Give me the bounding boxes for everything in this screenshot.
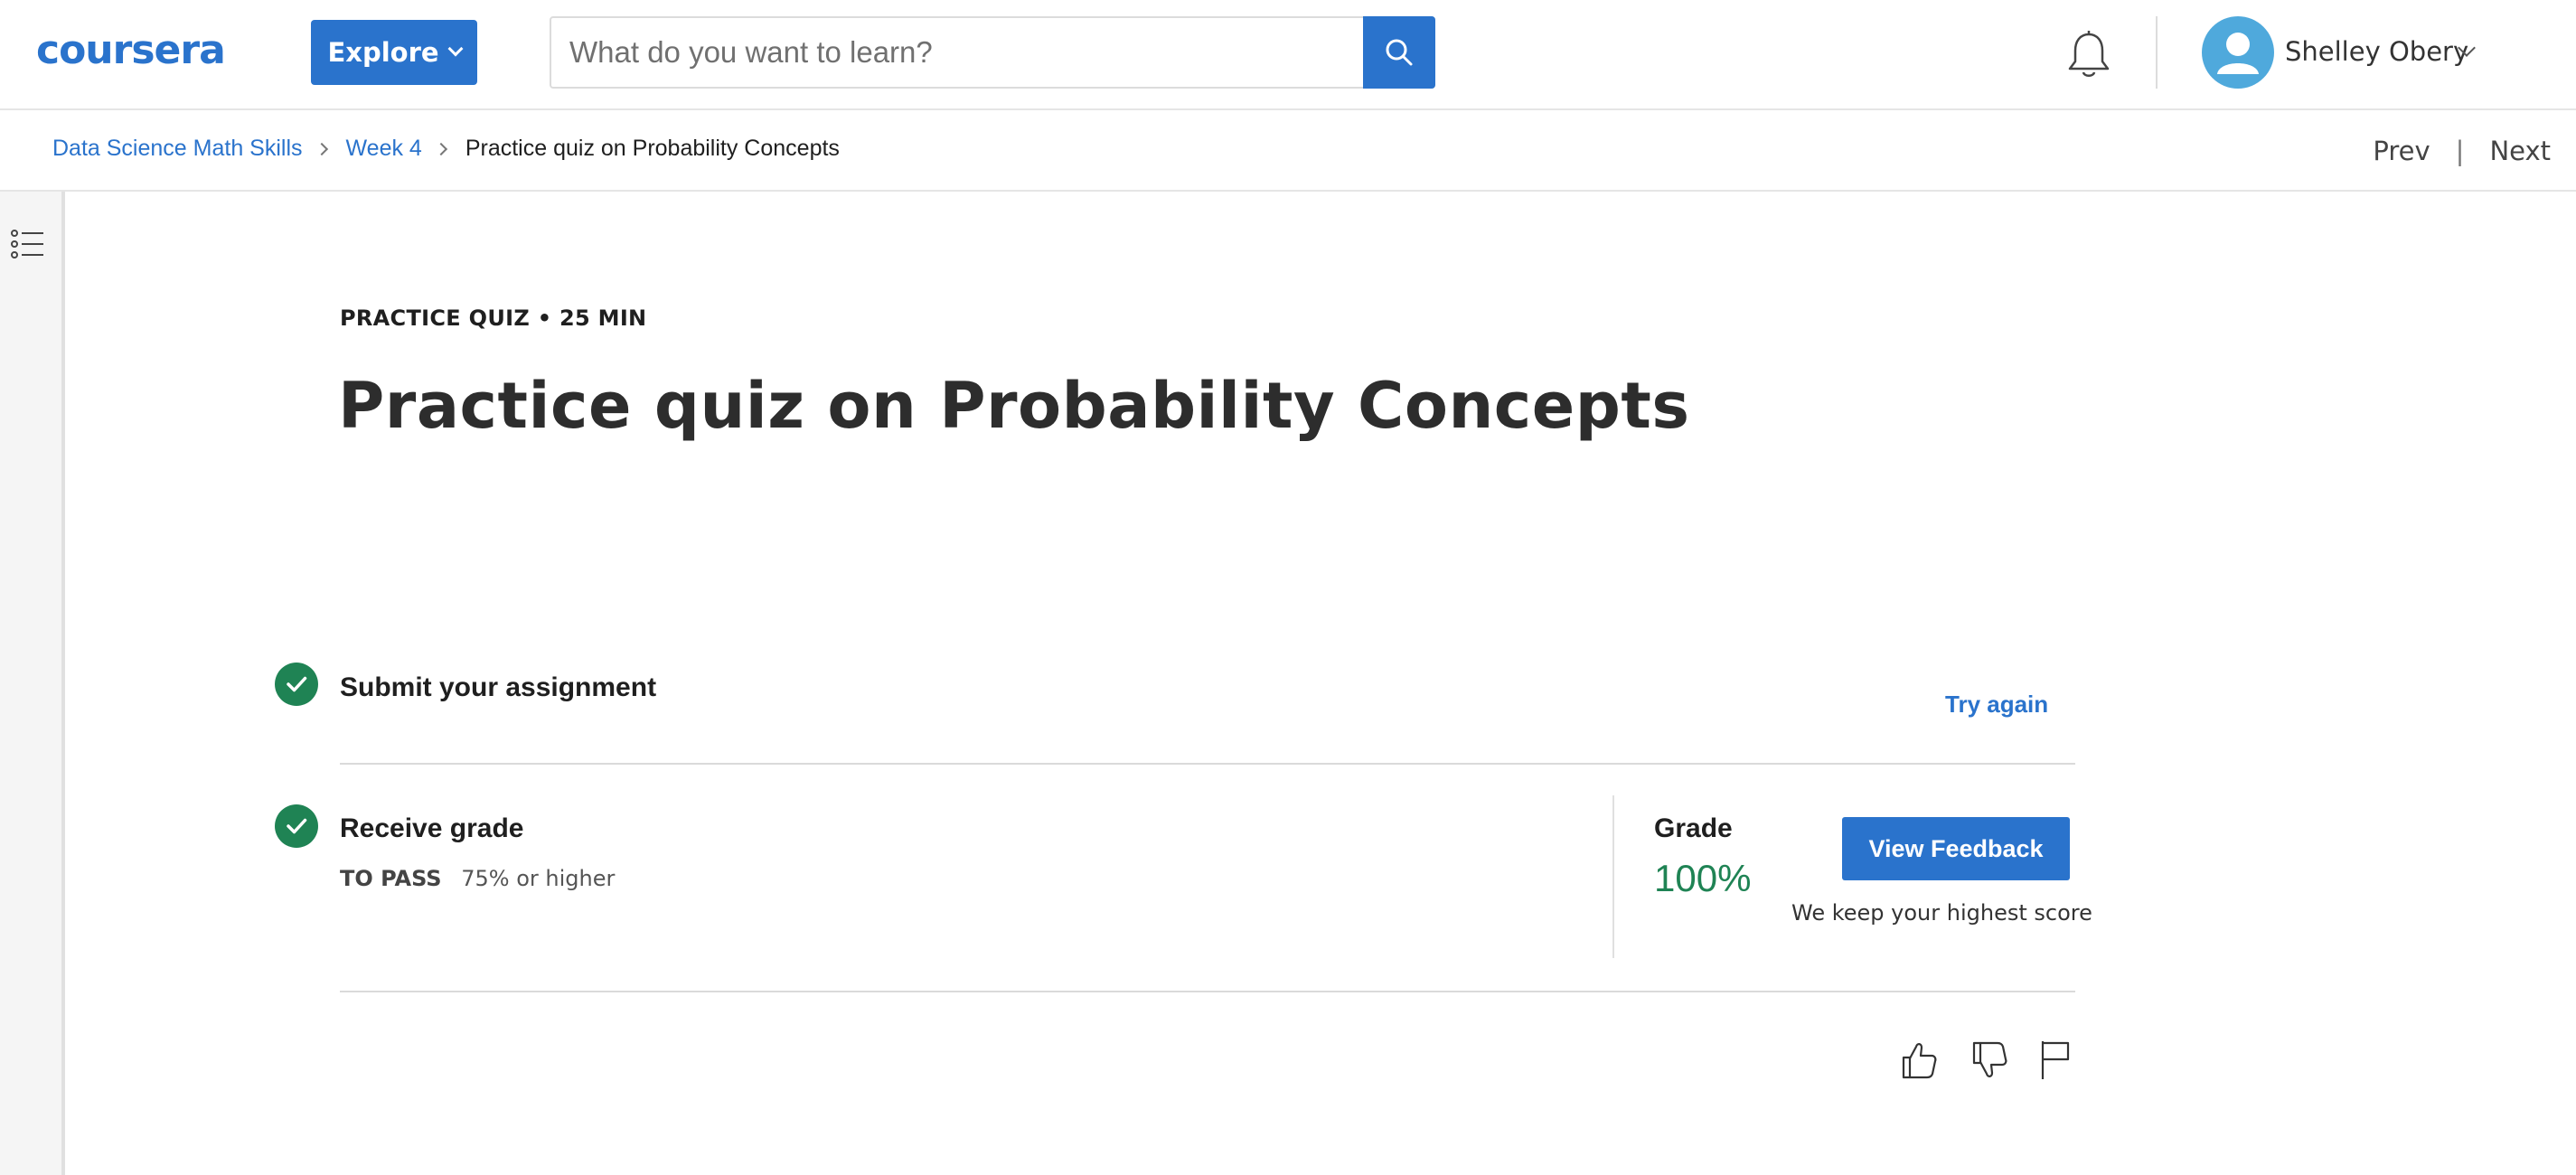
pass-requirement: TO PASS 75% or higher — [340, 866, 615, 891]
divider — [340, 763, 2075, 765]
quiz-meta: PRACTICE QUIZ • 25 MIN — [340, 306, 647, 331]
check-icon — [275, 663, 318, 706]
next-link[interactable]: Next — [2489, 136, 2551, 166]
chevron-right-icon — [315, 142, 328, 155]
user-avatar-icon[interactable] — [2202, 16, 2274, 89]
grade-label: Grade — [1654, 813, 1733, 843]
breadcrumb: Data Science Math Skills Week 4 Practice… — [52, 136, 840, 162]
breadcrumb-current: Practice quiz on Probability Concepts — [465, 136, 840, 161]
highest-score-note: We keep your highest score — [1791, 900, 2092, 926]
search-input[interactable] — [551, 18, 1363, 87]
left-rail — [0, 192, 65, 1175]
user-name[interactable]: Shelley Obery — [2285, 36, 2468, 67]
pass-label: TO PASS — [340, 866, 442, 891]
table-of-contents-icon[interactable] — [9, 226, 45, 262]
breadcrumb-bar: Data Science Math Skills Week 4 Practice… — [0, 110, 2576, 192]
thumbs-up-icon[interactable] — [1896, 1038, 1940, 1083]
breadcrumb-week-link[interactable]: Week 4 — [346, 136, 422, 162]
search-button[interactable] — [1363, 16, 1435, 89]
divider — [340, 991, 2075, 992]
chevron-right-icon — [434, 142, 447, 155]
prev-next-nav: Prev | Next — [2373, 136, 2551, 166]
thumbs-down-icon[interactable] — [1967, 1038, 2010, 1083]
explore-button[interactable]: Explore — [311, 20, 477, 85]
search-icon — [1386, 39, 1413, 66]
check-icon — [275, 804, 318, 848]
pass-value: 75% or higher — [461, 866, 616, 891]
coursera-logo[interactable]: coursera — [36, 27, 226, 73]
grade-divider — [1612, 795, 1614, 958]
top-navigation: coursera Explore Shelley Obery — [0, 0, 2576, 110]
explore-label: Explore — [327, 37, 439, 68]
page-title: Practice quiz on Probability Concepts — [338, 369, 1690, 443]
chevron-down-icon — [447, 41, 464, 57]
try-again-link[interactable]: Try again — [1945, 691, 2048, 719]
breadcrumb-course-link[interactable]: Data Science Math Skills — [52, 136, 303, 162]
bell-icon[interactable] — [2064, 29, 2113, 81]
search-bar — [550, 16, 1435, 89]
prev-link[interactable]: Prev — [2373, 136, 2430, 166]
nav-separator: | — [2455, 136, 2465, 166]
header-divider — [2156, 16, 2158, 89]
grade-value: 100% — [1654, 857, 1752, 899]
flag-icon[interactable] — [2034, 1038, 2077, 1083]
receive-grade-label: Receive grade — [340, 813, 524, 843]
view-feedback-button[interactable]: View Feedback — [1842, 817, 2070, 880]
submit-assignment-label: Submit your assignment — [340, 672, 657, 702]
